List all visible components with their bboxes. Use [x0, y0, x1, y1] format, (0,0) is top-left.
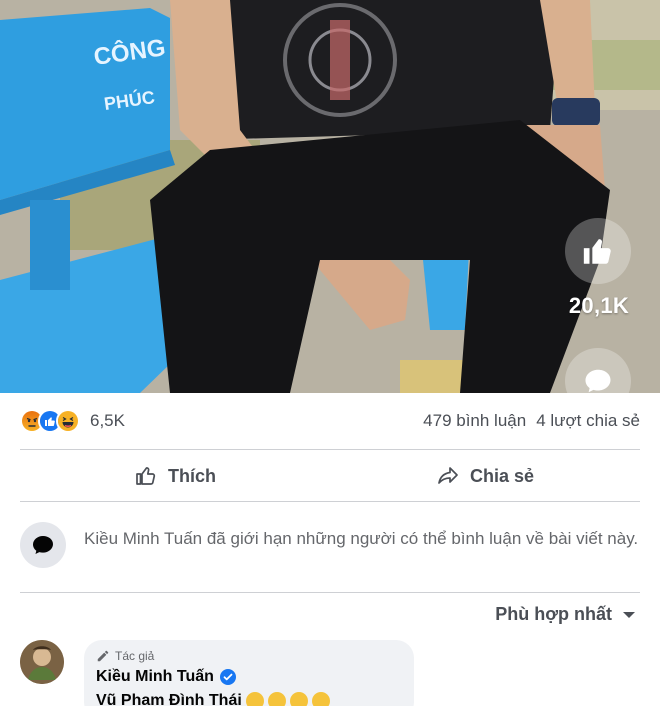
- share-arrow-icon: [438, 467, 458, 484]
- reaction-count: 6,5K: [90, 411, 125, 430]
- comment-item: Tác giả Kiều Minh Tuấn Vũ Phạm Đình Thái: [20, 640, 640, 706]
- reactions-summary: 6,5K 479 bình luận 4 lượt chia sẻ: [20, 404, 640, 438]
- comment-icon: [585, 369, 611, 393]
- share-count-link[interactable]: 4 lượt chia sẻ: [536, 411, 640, 431]
- pencil-icon: [97, 650, 109, 662]
- thumbs-up-outline-icon: [136, 467, 156, 485]
- comment-count-link[interactable]: 479 bình luận: [423, 411, 526, 431]
- author-badge: Tác giả: [96, 649, 400, 663]
- divider: [20, 592, 640, 593]
- thumbs-up-icon: [583, 239, 611, 264]
- divider: [20, 449, 640, 450]
- video-frame: CÔNG PHÚC: [0, 0, 660, 393]
- comment-author-link[interactable]: Kiều Minh Tuấn: [96, 668, 214, 686]
- avatar[interactable]: [20, 640, 64, 684]
- video-player[interactable]: CÔNG PHÚC 20,1K: [0, 0, 660, 393]
- verified-badge-icon: [219, 669, 236, 685]
- emoji-icon: [311, 692, 330, 706]
- share-button-label: Chia sẻ: [469, 465, 535, 486]
- share-button[interactable]: Chia sẻ: [330, 454, 640, 498]
- like-button-label: Thích: [168, 465, 216, 486]
- comment-sort-dropdown[interactable]: Phù hợp nhất: [495, 604, 636, 625]
- like-button[interactable]: Thích: [20, 454, 330, 498]
- video-like-button[interactable]: [565, 218, 631, 284]
- comment-bubble: Tác giả Kiều Minh Tuấn Vũ Phạm Đình Thái: [84, 640, 414, 706]
- haha-icon: [56, 409, 80, 433]
- author-badge-label: Tác giả: [115, 649, 155, 663]
- sort-label: Phù hợp nhất: [495, 604, 612, 624]
- video-like-count: 20,1K: [568, 293, 630, 318]
- emoji-icon: [289, 692, 308, 706]
- avatar-image: [20, 640, 64, 684]
- caret-down-icon: [623, 611, 635, 618]
- notice-text: Kiều Minh Tuấn đã giới hạn những người c…: [84, 529, 639, 548]
- comment-restriction-notice: Kiều Minh Tuấn đã giới hạn những người c…: [20, 522, 640, 582]
- post-actions: Thích Chia sẻ: [20, 454, 640, 498]
- notice-icon: [20, 522, 66, 568]
- emoji-icon: [245, 692, 264, 706]
- divider: [20, 501, 640, 502]
- reaction-icons[interactable]: 6,5K: [20, 409, 125, 433]
- emoji-icon: [267, 692, 286, 706]
- comment-bubble-icon: [33, 536, 53, 554]
- comment-text: Vũ Phạm Đình Thái: [96, 692, 242, 706]
